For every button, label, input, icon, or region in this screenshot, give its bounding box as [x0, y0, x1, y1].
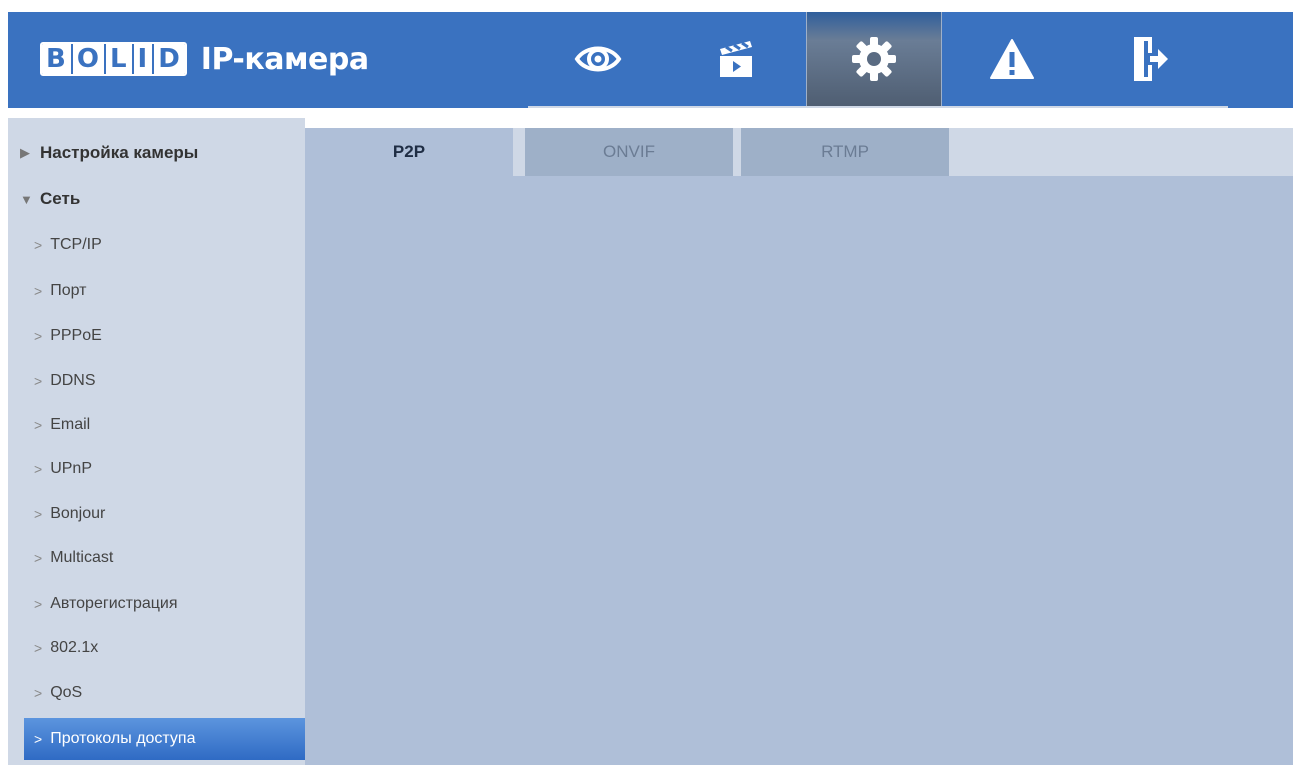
chevron-right-icon: > [34, 461, 43, 477]
triangle-right-icon: ▶ [20, 145, 30, 160]
chevron-right-icon: > [34, 237, 43, 253]
chevron-right-icon: > [34, 640, 43, 656]
sidebar-item-access-protocols[interactable]: > Протоколы доступа [24, 718, 305, 760]
sidebar-item-label: Протоколы доступа [50, 730, 196, 747]
sidebar-item-ddns[interactable]: > DDNS [8, 362, 305, 400]
eye-icon [574, 46, 622, 72]
sidebar-section-camera-settings[interactable]: ▶ Настройка камеры [8, 134, 305, 172]
sidebar-item-qos[interactable]: > QoS [8, 674, 305, 712]
sidebar-item-8021x[interactable]: > 802.1x [8, 629, 305, 667]
logo: B O L I D IP-камера [40, 38, 369, 80]
tab-bar: P2P ONVIF RTMP [305, 128, 1293, 176]
sidebar-item-label: Авторегистрация [50, 595, 178, 612]
sidebar: ▶ Настройка камеры ▼ Сеть > TCP/IP > Пор… [8, 118, 305, 765]
sidebar-section-label: Настройка камеры [40, 143, 199, 162]
sidebar-item-label: Multicast [50, 549, 114, 566]
sidebar-section-network[interactable]: ▼ Сеть [8, 180, 305, 218]
top-bar: B O L I D IP-камера [8, 12, 1293, 108]
sidebar-item-autoregistration[interactable]: > Авторегистрация [8, 585, 305, 623]
sidebar-item-label: Bonjour [50, 505, 106, 522]
sidebar-item-label: QoS [50, 684, 83, 701]
nav-playback[interactable] [668, 12, 804, 106]
gear-icon [852, 37, 896, 81]
sidebar-item-bonjour[interactable]: > Bonjour [8, 495, 305, 533]
chevron-right-icon: > [34, 596, 43, 612]
chevron-right-icon: > [34, 373, 43, 389]
tab-onvif[interactable]: ONVIF [525, 128, 733, 176]
main-content: P2P ONVIF RTMP [305, 118, 1293, 765]
chevron-right-icon: > [34, 417, 43, 433]
nav-underline [528, 106, 1228, 108]
nav-live-view[interactable] [530, 12, 666, 106]
settings-panel [305, 176, 1293, 765]
sidebar-item-label: TCP/IP [50, 236, 102, 253]
sidebar-item-upnp[interactable]: > UPnP [8, 450, 305, 488]
sidebar-item-label: Email [50, 416, 91, 433]
sidebar-item-port[interactable]: > Порт [8, 272, 305, 310]
exit-door-icon [1134, 37, 1168, 81]
tab-p2p[interactable]: P2P [305, 128, 513, 176]
warning-icon [990, 39, 1034, 79]
bolid-logo: B O L I D [40, 42, 187, 76]
chevron-right-icon: > [34, 731, 43, 747]
chevron-right-icon: > [34, 550, 43, 566]
sidebar-item-label: DDNS [50, 372, 96, 389]
nav-alarm[interactable] [944, 12, 1080, 106]
sidebar-item-label: Порт [50, 282, 87, 299]
sidebar-section-label: Сеть [40, 189, 81, 208]
nav-settings[interactable] [806, 12, 942, 106]
chevron-right-icon: > [34, 328, 43, 344]
sidebar-item-tcpip[interactable]: > TCP/IP [8, 226, 305, 264]
sidebar-item-label: 802.1x [50, 639, 99, 656]
nav-logout[interactable] [1082, 12, 1218, 106]
app-title: IP-камера [200, 41, 369, 77]
sidebar-item-label: UPnP [50, 460, 92, 477]
sidebar-item-pppoe[interactable]: > PPPoE [8, 317, 305, 355]
clapperboard-icon [720, 41, 752, 77]
triangle-down-icon: ▼ [20, 191, 33, 207]
sidebar-item-email[interactable]: > Email [8, 406, 305, 444]
sidebar-item-multicast[interactable]: > Multicast [8, 539, 305, 577]
tab-rtmp[interactable]: RTMP [741, 128, 949, 176]
sidebar-item-label: PPPoE [50, 327, 102, 344]
chevron-right-icon: > [34, 283, 43, 299]
chevron-right-icon: > [34, 506, 43, 522]
chevron-right-icon: > [34, 685, 43, 701]
